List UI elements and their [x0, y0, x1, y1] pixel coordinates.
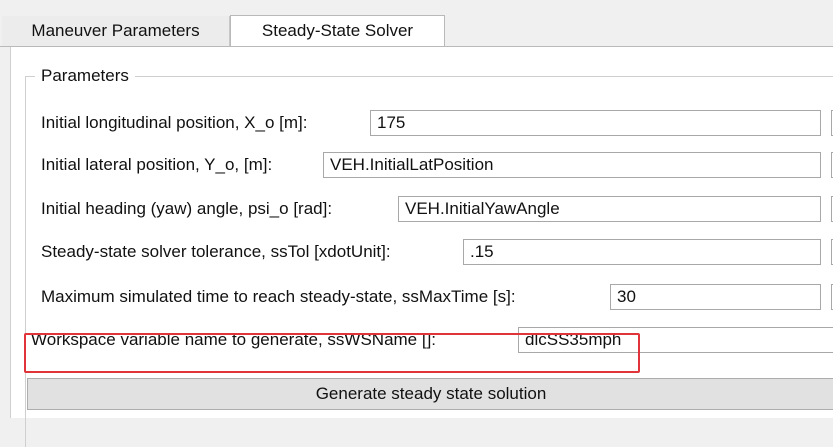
- param-label-ssmaxtime: Maximum simulated time to reach steady-s…: [41, 287, 516, 306]
- psi-o-input[interactable]: [398, 196, 821, 222]
- highlight-box: [24, 333, 640, 373]
- param-label-y-o: Initial lateral position, Y_o, [m]:: [41, 155, 273, 174]
- x-o-input[interactable]: [370, 110, 821, 136]
- param-row-psi-o: Initial heading (yaw) angle, psi_o [rad]…: [41, 194, 338, 224]
- param-row-ssmaxtime: Maximum simulated time to reach steady-s…: [41, 282, 522, 312]
- ssmaxtime-input[interactable]: [610, 284, 821, 310]
- tab-label: Steady-State Solver: [261, 21, 414, 40]
- param-row-x-o: Initial longitudinal position, X_o [m]:: [41, 108, 314, 138]
- param-label-x-o: Initial longitudinal position, X_o [m]:: [41, 113, 308, 132]
- param-row-sstol: Steady-state solver tolerance, ssTol [xd…: [41, 237, 397, 267]
- param-row-y-o: Initial lateral position, Y_o, [m]:: [41, 150, 278, 180]
- param-label-psi-o: Initial heading (yaw) angle, psi_o [rad]…: [41, 199, 333, 218]
- y-o-input[interactable]: [323, 152, 821, 178]
- tab-maneuver-parameters[interactable]: Maneuver Parameters: [2, 16, 230, 46]
- tab-label: Maneuver Parameters: [31, 21, 200, 40]
- generate-steady-state-button[interactable]: Generate steady state solution: [27, 378, 833, 410]
- sstol-input[interactable]: [463, 239, 821, 265]
- tab-bar: Maneuver Parameters Steady-State Solver: [0, 0, 833, 47]
- parameters-group-title: Parameters: [35, 66, 135, 86]
- tab-steady-state-solver[interactable]: Steady-State Solver: [230, 15, 445, 46]
- param-label-sstol: Steady-state solver tolerance, ssTol [xd…: [41, 242, 391, 261]
